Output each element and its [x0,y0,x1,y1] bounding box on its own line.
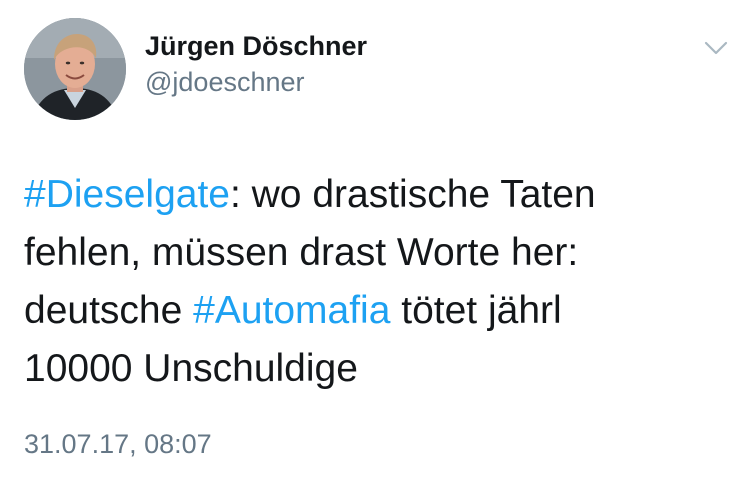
tweet-text-segment: : wo drastische Taten [229,173,596,216]
tweet-card: Jürgen Döschner @jdoeschner #Dieselgate:… [0,0,750,488]
tweet-text-line: deutsche #Automafia tötet jährl [24,282,724,340]
hashtag-link[interactable]: #Dieselgate [24,173,230,216]
tweet-text-line: fehlen, müssen drast Worte her: [24,231,579,274]
author-block[interactable]: Jürgen Döschner @jdoeschner [145,30,367,98]
profile-photo [24,18,126,120]
hashtag-link[interactable]: #Automafia [193,289,390,332]
tweet-text: #Dieselgate: wo drastische Taten fehlen,… [24,166,724,398]
tweet-text-segment: deutsche [24,289,194,332]
chevron-down-icon [704,41,728,55]
tweet-text-line: 10000 Unschuldige [24,347,358,390]
user-handle[interactable]: @jdoeschner [145,66,367,98]
tweet-timestamp[interactable]: 31.07.17, 08:07 [24,428,212,460]
tweet-menu-button[interactable] [700,36,732,60]
avatar[interactable] [24,18,126,120]
tweet-text-line: #Dieselgate: wo drastische Taten [24,166,724,224]
display-name[interactable]: Jürgen Döschner [145,30,367,62]
tweet-text-segment: tötet jährl [390,289,562,332]
